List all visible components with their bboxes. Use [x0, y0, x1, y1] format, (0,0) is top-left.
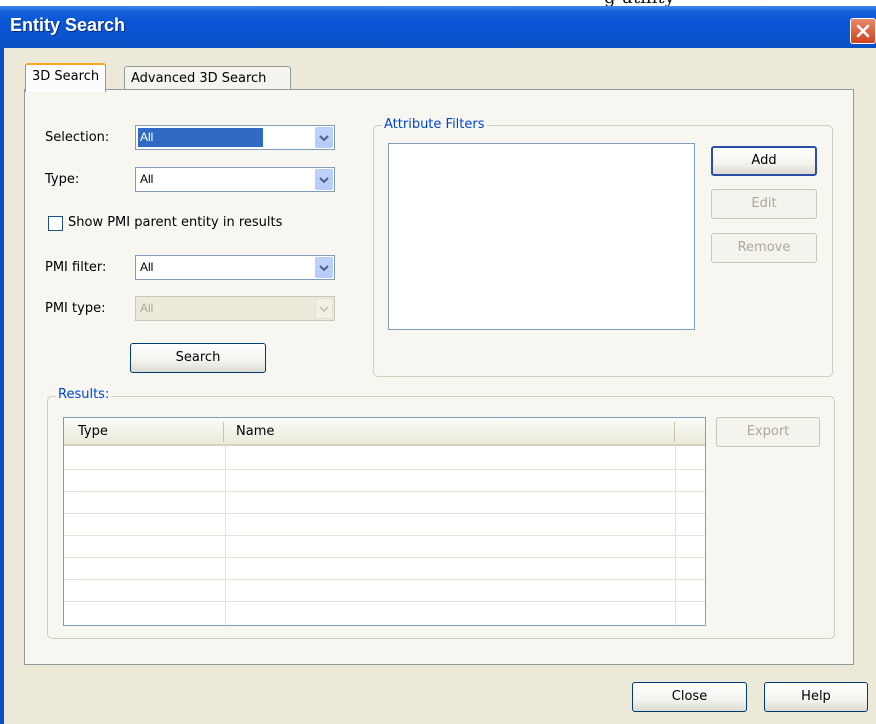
table-header: Type Name	[64, 418, 705, 446]
grid-line	[64, 513, 705, 514]
chevron-down-icon	[319, 135, 329, 142]
grid-line	[64, 535, 705, 536]
close-window-button[interactable]	[850, 18, 876, 44]
window-frame	[0, 48, 4, 724]
column-header-name[interactable]: Name	[236, 424, 274, 439]
results-legend: Results:	[56, 387, 112, 402]
selection-dropdown[interactable]: All	[135, 125, 335, 150]
pmi-filter-label: PMI filter:	[45, 260, 107, 275]
column-separator[interactable]	[223, 422, 224, 442]
type-value: All	[140, 172, 154, 186]
grid-line	[64, 579, 705, 580]
selection-value: All	[138, 128, 264, 147]
tab-3d-search[interactable]: 3D Search	[25, 63, 107, 92]
grid-line	[225, 446, 226, 625]
show-pmi-parent-label[interactable]: Show PMI parent entity in results	[68, 215, 282, 230]
grid-line	[64, 491, 705, 492]
chevron-down-icon	[319, 265, 329, 272]
type-dropdown[interactable]: All	[135, 167, 335, 192]
selection-label: Selection:	[45, 130, 110, 145]
grid-line	[64, 557, 705, 558]
export-button[interactable]: Export	[716, 417, 820, 447]
dropdown-arrow[interactable]	[315, 169, 333, 190]
column-separator[interactable]	[674, 422, 675, 442]
chevron-down-icon	[319, 177, 329, 184]
results-table[interactable]: Type Name	[63, 417, 706, 626]
type-label: Type:	[45, 172, 80, 187]
title-bar[interactable]: Entity Search	[0, 6, 876, 48]
tab-label: Advanced 3D Search	[131, 71, 267, 86]
attribute-filters-legend: Attribute Filters	[382, 117, 487, 132]
dropdown-arrow	[315, 298, 333, 319]
pmi-type-label: PMI type:	[45, 301, 106, 316]
remove-button[interactable]: Remove	[711, 233, 817, 263]
pmi-type-value: All	[140, 301, 154, 315]
attribute-filters-list[interactable]	[388, 143, 695, 330]
add-button[interactable]: Add	[711, 146, 817, 176]
grid-line	[64, 601, 705, 602]
grid-line	[64, 469, 705, 470]
window-title: Entity Search	[10, 15, 126, 35]
chevron-down-icon	[319, 306, 329, 313]
pmi-filter-value: All	[140, 260, 154, 274]
help-button[interactable]: Help	[764, 682, 868, 712]
edit-button[interactable]: Edit	[711, 189, 817, 219]
dropdown-arrow[interactable]	[315, 257, 333, 278]
column-header-type[interactable]: Type	[78, 424, 108, 439]
grid-line	[675, 446, 676, 625]
pmi-type-dropdown[interactable]: All	[135, 296, 335, 321]
show-pmi-parent-checkbox[interactable]	[48, 216, 63, 231]
search-button[interactable]: Search	[130, 343, 266, 373]
close-button[interactable]: Close	[632, 682, 747, 712]
pmi-filter-dropdown[interactable]: All	[135, 255, 335, 280]
dropdown-arrow[interactable]	[315, 127, 333, 148]
close-x-icon	[856, 24, 870, 38]
tab-label: 3D Search	[32, 69, 100, 84]
